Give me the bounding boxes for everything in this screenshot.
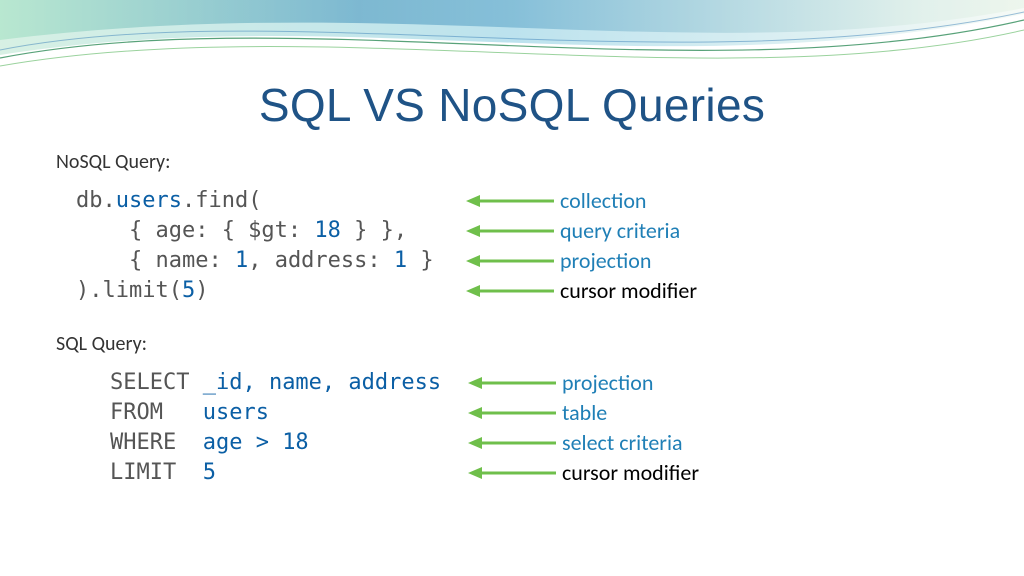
code-row: LIMIT 5 cursor modifier bbox=[110, 458, 1024, 488]
code-row: db.users.find( collection bbox=[76, 186, 1024, 216]
sql-code: SELECT _id, name, addressprojectionFROM … bbox=[110, 368, 1024, 488]
arrow-left-icon bbox=[466, 224, 556, 238]
code-cell: WHERE age > 18 bbox=[110, 428, 458, 458]
annotation: collection bbox=[560, 186, 647, 216]
arrow-left-icon bbox=[468, 406, 558, 420]
annotation: cursor modifier bbox=[562, 458, 699, 488]
code-cell: ).limit(5) bbox=[76, 276, 456, 306]
annotation: cursor modifier bbox=[560, 276, 697, 306]
code-row: ).limit(5) cursor modifier bbox=[76, 276, 1024, 306]
code-row: { age: { $gt: 18 } }, query criteria bbox=[76, 216, 1024, 246]
arrow-left-icon bbox=[468, 466, 558, 480]
annotation: projection bbox=[562, 368, 653, 398]
code-cell: { name: 1, address: 1 } bbox=[76, 246, 456, 276]
annotation: table bbox=[562, 398, 607, 428]
annotation: select criteria bbox=[562, 428, 683, 458]
arrow-left-icon bbox=[466, 254, 556, 268]
code-cell: LIMIT 5 bbox=[110, 458, 458, 488]
code-row: SELECT _id, name, address projection bbox=[110, 368, 1024, 398]
nosql-code: db.users.find( collection { age: { $gt: 1… bbox=[76, 186, 1024, 306]
arrow-left-icon bbox=[466, 194, 556, 208]
code-row: WHERE age > 18 select criteria bbox=[110, 428, 1024, 458]
annotation: projection bbox=[560, 246, 651, 276]
arrow-left-icon bbox=[468, 376, 558, 390]
code-cell: FROM users bbox=[110, 398, 458, 428]
sql-label: SQL Query: bbox=[56, 332, 1024, 356]
arrow-left-icon bbox=[466, 284, 556, 298]
code-row: FROM users table bbox=[110, 398, 1024, 428]
arrow-left-icon bbox=[468, 436, 558, 450]
nosql-label: NoSQL Query: bbox=[56, 150, 1024, 174]
code-cell: { age: { $gt: 18 } }, bbox=[76, 216, 456, 246]
code-cell: SELECT _id, name, address bbox=[110, 368, 458, 398]
annotation: query criteria bbox=[560, 216, 680, 246]
code-row: { name: 1, address: 1 } projection bbox=[76, 246, 1024, 276]
code-cell: db.users.find( bbox=[76, 186, 456, 216]
slide-title: SQL VS NoSQL Queries bbox=[0, 78, 1024, 132]
